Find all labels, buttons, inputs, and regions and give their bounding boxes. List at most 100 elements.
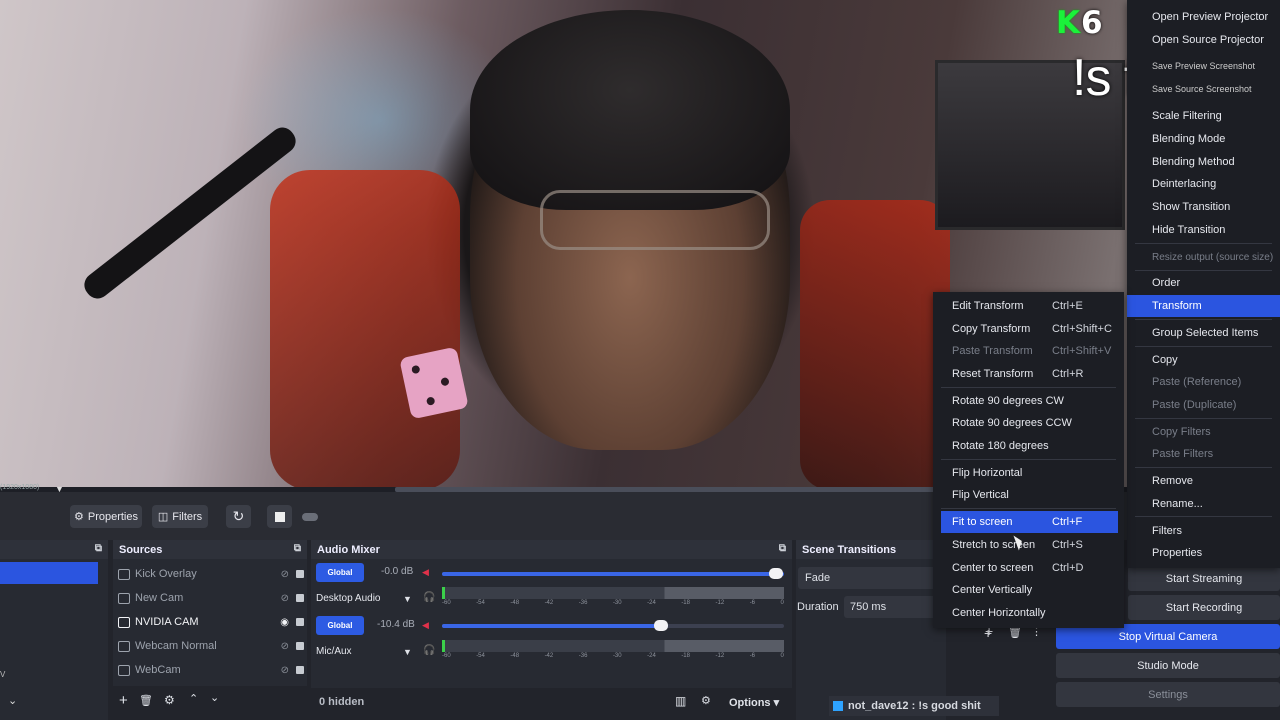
- menu-item-order[interactable]: Order: [1127, 272, 1280, 294]
- menu-item-save-source-screenshot[interactable]: Save Source Screenshot: [1127, 78, 1280, 100]
- lock-icon[interactable]: [296, 666, 304, 674]
- volume-fill: [442, 624, 668, 628]
- volume-slider[interactable]: [442, 620, 784, 631]
- volume-knob[interactable]: [654, 620, 668, 631]
- menu-item-open-source-projector[interactable]: Open Source Projector: [1127, 29, 1280, 51]
- menu-item-center-to-screen[interactable]: Center to screen Ctrl+D: [933, 557, 1124, 579]
- source-item[interactable]: Webcam Normal ⊘: [117, 635, 307, 657]
- menu-item-flip-horizontal[interactable]: Flip Horizontal: [933, 462, 1124, 484]
- menu-item-paste-transform[interactable]: Paste Transform Ctrl+Shift+V: [933, 340, 1124, 362]
- menu-item-rotate-cw[interactable]: Rotate 90 degrees CW: [933, 390, 1124, 412]
- menu-item-hide-transition[interactable]: Hide Transition: [1127, 219, 1280, 241]
- move-down-icon[interactable]: ⌄: [210, 691, 219, 704]
- chevron-down-icon[interactable]: ▼: [403, 647, 412, 657]
- mixer-footer: 0 hidden ▥ ⚙ Options ▾: [311, 688, 792, 720]
- move-up-icon[interactable]: ⌃: [189, 692, 198, 705]
- resolution-label: (1920x1080): [0, 484, 40, 491]
- menu-item-show-transition[interactable]: Show Transition: [1127, 196, 1280, 218]
- menu-item-resize-output[interactable]: Resize output (source size): [1127, 246, 1280, 268]
- source-type-icon: [118, 616, 130, 628]
- menu-item-paste-reference[interactable]: Paste (Reference): [1127, 371, 1280, 393]
- source-item-active[interactable]: NVIDIA CAM ◉: [117, 611, 307, 633]
- eye-visible-icon[interactable]: ◉: [280, 617, 289, 628]
- chat-message: not_dave12 : !s good shit: [829, 696, 999, 716]
- source-item[interactable]: WebCam ⊘: [117, 659, 307, 681]
- mixer-settings-icon[interactable]: ⚙: [701, 694, 711, 707]
- filters-button[interactable]: ◫ Filters: [152, 505, 208, 528]
- menu-item-center-horizontally[interactable]: Center Horizontally: [933, 602, 1124, 624]
- menu-item-copy[interactable]: Copy: [1127, 349, 1280, 371]
- menu-item-scale-filtering[interactable]: Scale Filtering: [1127, 105, 1280, 127]
- transform-submenu: Edit Transform Ctrl+E Copy Transform Ctrl+…: [933, 292, 1124, 628]
- menu-separator: [1135, 319, 1272, 320]
- scenes-dock-header: ⧉: [0, 540, 108, 559]
- menu-item-edit-transform[interactable]: Edit Transform Ctrl+E: [933, 295, 1124, 317]
- menu-item-rotate-ccw[interactable]: Rotate 90 degrees CCW: [933, 412, 1124, 434]
- refresh-button[interactable]: ↻: [226, 505, 251, 528]
- menu-item-paste-duplicate[interactable]: Paste (Duplicate): [1127, 394, 1280, 416]
- source-type-icon: [118, 664, 130, 676]
- source-type-icon: [118, 568, 130, 580]
- chevron-down-icon[interactable]: ⌄: [8, 694, 17, 707]
- layout-icon[interactable]: ▥: [675, 694, 686, 708]
- menu-item-center-vertically[interactable]: Center Vertically: [933, 579, 1124, 601]
- settings-button[interactable]: Settings: [1056, 682, 1280, 707]
- menu-item-open-preview-projector[interactable]: Open Preview Projector: [1127, 6, 1280, 28]
- lock-icon[interactable]: [296, 642, 304, 650]
- eye-hidden-icon[interactable]: ⊘: [281, 665, 289, 676]
- menu-item-paste-filters[interactable]: Paste Filters: [1127, 443, 1280, 465]
- menu-item-stretch-to-screen[interactable]: Stretch to screen Ctrl+S: [933, 534, 1124, 556]
- media-slider[interactable]: [302, 513, 318, 521]
- menu-item-properties[interactable]: Properties: [1127, 542, 1280, 564]
- menu-item-save-preview-screenshot[interactable]: Save Preview Screenshot: [1127, 55, 1280, 77]
- menu-item-reset-transform[interactable]: Reset Transform Ctrl+R: [933, 363, 1124, 385]
- menu-item-remove[interactable]: Remove: [1127, 470, 1280, 492]
- volume-slider[interactable]: [442, 568, 784, 579]
- trash-icon[interactable]: 🗑: [139, 694, 153, 707]
- duration-input[interactable]: 750 ms: [844, 596, 944, 618]
- streamer-glasses: [540, 190, 770, 250]
- dock-float-icon[interactable]: ⧉: [779, 543, 786, 554]
- menu-item-transform[interactable]: Transform: [1127, 295, 1280, 317]
- scene-item-selected[interactable]: [0, 562, 98, 584]
- menu-separator: [1135, 467, 1272, 468]
- transition-select[interactable]: Fade: [798, 567, 944, 589]
- start-streaming-button[interactable]: Start Streaming: [1128, 566, 1280, 591]
- eye-hidden-icon[interactable]: ⊘: [281, 569, 289, 580]
- menu-item-rotate-180[interactable]: Rotate 180 degrees: [933, 435, 1124, 457]
- lock-icon[interactable]: [296, 618, 304, 626]
- options-button[interactable]: Options ▾: [729, 696, 779, 709]
- chevron-down-icon[interactable]: ▼: [403, 594, 412, 604]
- volume-knob[interactable]: [769, 568, 783, 579]
- audio-meter: [442, 640, 784, 652]
- headphone-icon[interactable]: 🎧: [423, 645, 435, 656]
- menu-item-deinterlacing[interactable]: Deinterlacing: [1127, 173, 1280, 195]
- headphone-icon[interactable]: 🎧: [423, 592, 435, 603]
- menu-item-blending-mode[interactable]: Blending Mode: [1127, 128, 1280, 150]
- menu-separator: [1135, 270, 1272, 271]
- menu-item-rename[interactable]: Rename...: [1127, 493, 1280, 515]
- menu-item-filters[interactable]: Filters: [1127, 520, 1280, 542]
- eye-hidden-icon[interactable]: ⊘: [281, 593, 289, 604]
- properties-button[interactable]: ⚙ Properties: [70, 505, 142, 528]
- menu-item-copy-transform[interactable]: Copy Transform Ctrl+Shift+C: [933, 318, 1124, 340]
- start-recording-button[interactable]: Start Recording: [1128, 595, 1280, 620]
- dock-float-icon[interactable]: ⧉: [95, 543, 102, 554]
- menu-item-group-selected[interactable]: Group Selected Items: [1127, 322, 1280, 344]
- studio-mode-button[interactable]: Studio Mode: [1056, 653, 1280, 678]
- channel-name: Mic/Aux: [316, 646, 352, 657]
- lock-icon[interactable]: [296, 594, 304, 602]
- stop-button[interactable]: [267, 505, 292, 528]
- menu-item-copy-filters[interactable]: Copy Filters: [1127, 421, 1280, 443]
- lock-icon[interactable]: [296, 570, 304, 578]
- dock-float-icon[interactable]: ⧉: [294, 543, 301, 554]
- eye-hidden-icon[interactable]: ⊘: [281, 641, 289, 652]
- menu-separator: [1135, 418, 1272, 419]
- source-item[interactable]: Kick Overlay ⊘: [117, 563, 307, 585]
- menu-item-blending-method[interactable]: Blending Method: [1127, 151, 1280, 173]
- menu-item-flip-vertical[interactable]: Flip Vertical: [933, 484, 1124, 506]
- source-item[interactable]: New Cam ⊘: [117, 587, 307, 609]
- add-icon[interactable]: +: [119, 692, 128, 709]
- menu-item-fit-to-screen[interactable]: Fit to screen Ctrl+F: [941, 511, 1118, 533]
- gear-icon[interactable]: ⚙: [164, 693, 175, 707]
